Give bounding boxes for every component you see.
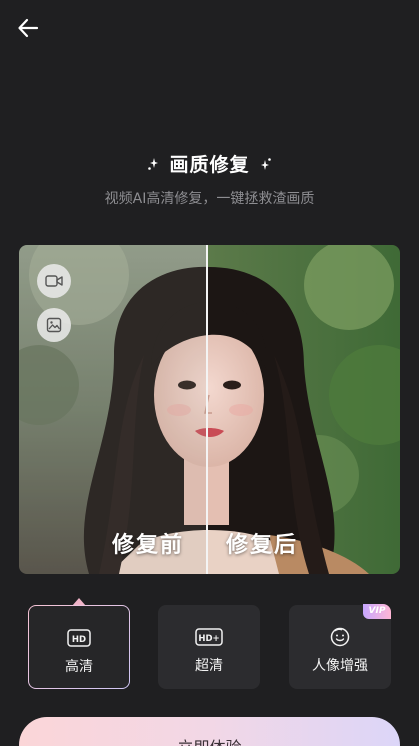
svg-text:HD: HD [72, 635, 86, 645]
sparkle-left-icon [147, 157, 159, 171]
hd-icon: HD [67, 628, 91, 648]
option-portrait-enhance[interactable]: VIP 人像增强 [289, 604, 391, 689]
before-after-comparison[interactable]: 修复前 修复后 [19, 245, 400, 574]
image-mode-button[interactable] [37, 308, 71, 342]
face-smile-icon [330, 627, 350, 647]
comparison-divider[interactable] [206, 245, 208, 574]
page-title: 画质修复 [169, 154, 250, 176]
portrait-photo [19, 245, 400, 574]
option-label: 超清 [195, 658, 223, 674]
page-subtitle: 视频AI高清修复，一键拯救渣画质 [104, 191, 315, 207]
video-mode-button[interactable] [37, 264, 71, 298]
try-now-button[interactable]: 立即体验 [19, 717, 400, 746]
arrow-left-icon [18, 18, 39, 38]
option-hd[interactable]: HD 高清 [28, 605, 130, 689]
hero-title-row: 画质修复 [0, 150, 419, 177]
vip-badge: VIP [363, 604, 391, 619]
enhancement-options: HD 高清 HD+ 超清 VIP 人像增强 [28, 604, 391, 689]
svg-text:HD+: HD+ [198, 634, 219, 644]
hd-plus-icon: HD+ [195, 627, 223, 647]
option-label: 人像增强 [312, 658, 368, 674]
before-label: 修复前 [112, 533, 185, 558]
after-label: 修复后 [226, 533, 299, 558]
sparkle-right-icon [260, 157, 272, 171]
option-label: 高清 [65, 659, 93, 675]
option-hd-plus[interactable]: HD+ 超清 [158, 605, 260, 689]
image-icon [46, 317, 62, 333]
back-button[interactable] [14, 14, 42, 42]
try-now-label: 立即体验 [177, 734, 241, 746]
video-camera-icon [45, 275, 63, 287]
